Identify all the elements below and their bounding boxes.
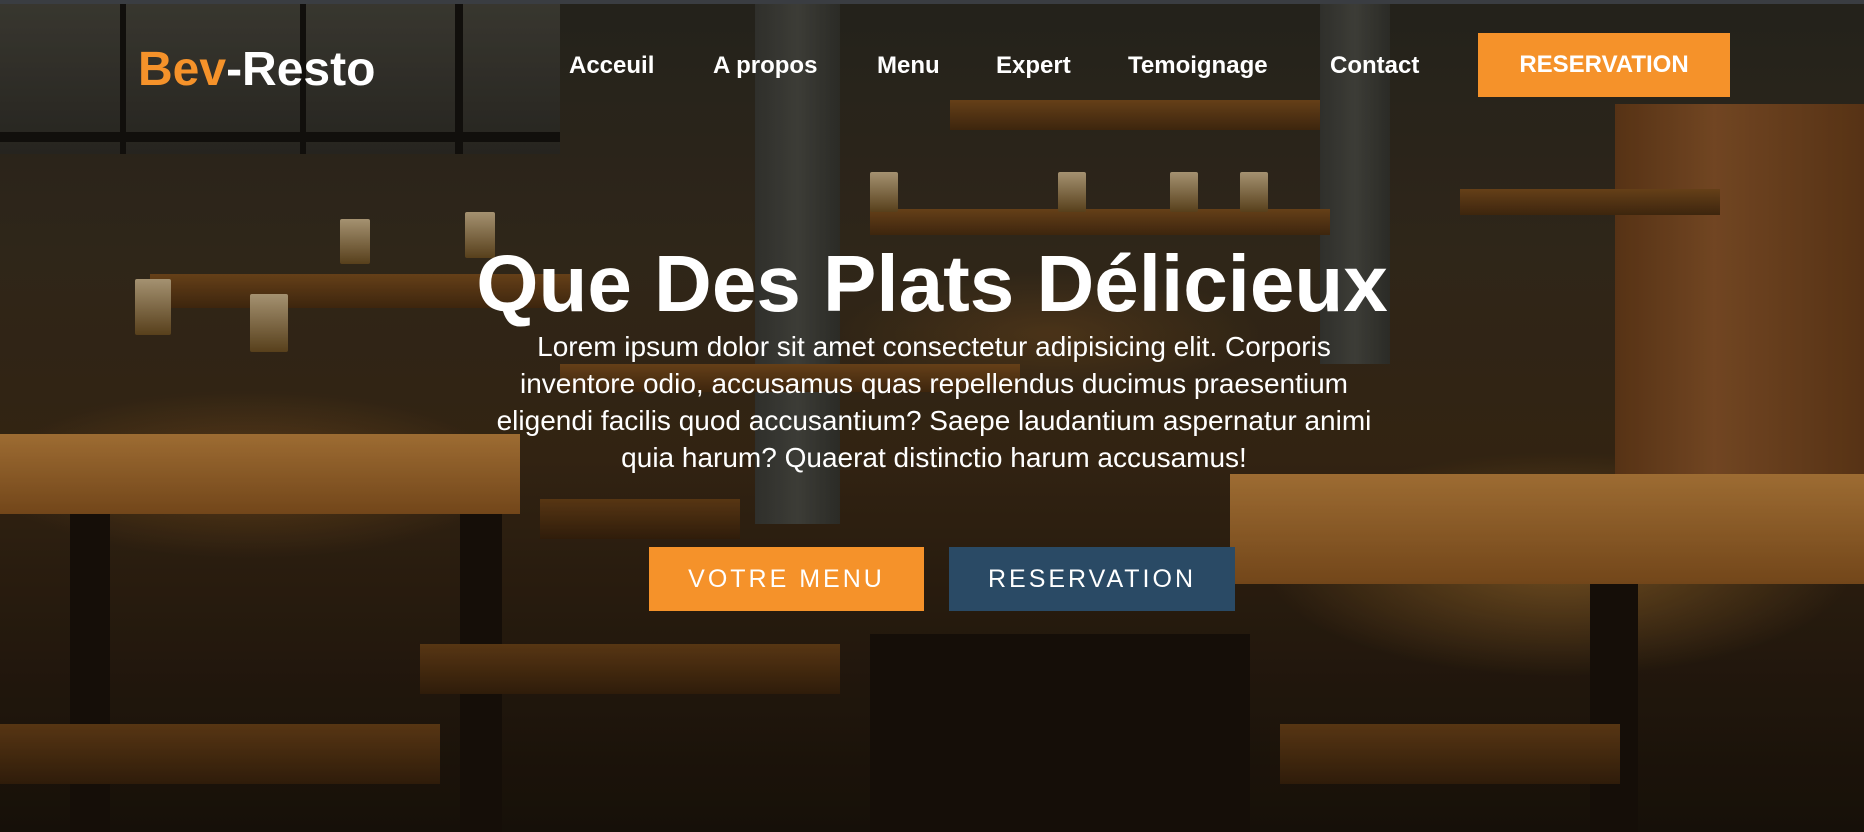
nav-reservation-button[interactable]: RESERVATION xyxy=(1478,33,1730,97)
nav-item-a-propos[interactable]: A propos xyxy=(713,52,817,80)
hero-title: Que Des Plats Délicieux xyxy=(476,239,1388,328)
hero-section: Bev-Resto Acceuil A propos Menu Expert T… xyxy=(0,4,1864,832)
hero-reservation-button[interactable]: RESERVATION xyxy=(949,547,1235,611)
nav-item-acceuil[interactable]: Acceuil xyxy=(569,52,654,80)
nav-item-contact[interactable]: Contact xyxy=(1330,52,1419,80)
nav-item-temoignage[interactable]: Temoignage xyxy=(1128,52,1268,80)
nav-item-menu[interactable]: Menu xyxy=(877,52,940,80)
hero-description: Lorem ipsum dolor sit amet consectetur a… xyxy=(496,331,1372,473)
brand-logo-accent: Bev xyxy=(138,43,227,96)
brand-logo-main: -Resto xyxy=(226,43,376,96)
brand-logo[interactable]: Bev-Resto xyxy=(138,42,375,97)
nav-item-expert[interactable]: Expert xyxy=(996,52,1071,80)
votre-menu-button[interactable]: VOTRE MENU xyxy=(649,547,924,611)
